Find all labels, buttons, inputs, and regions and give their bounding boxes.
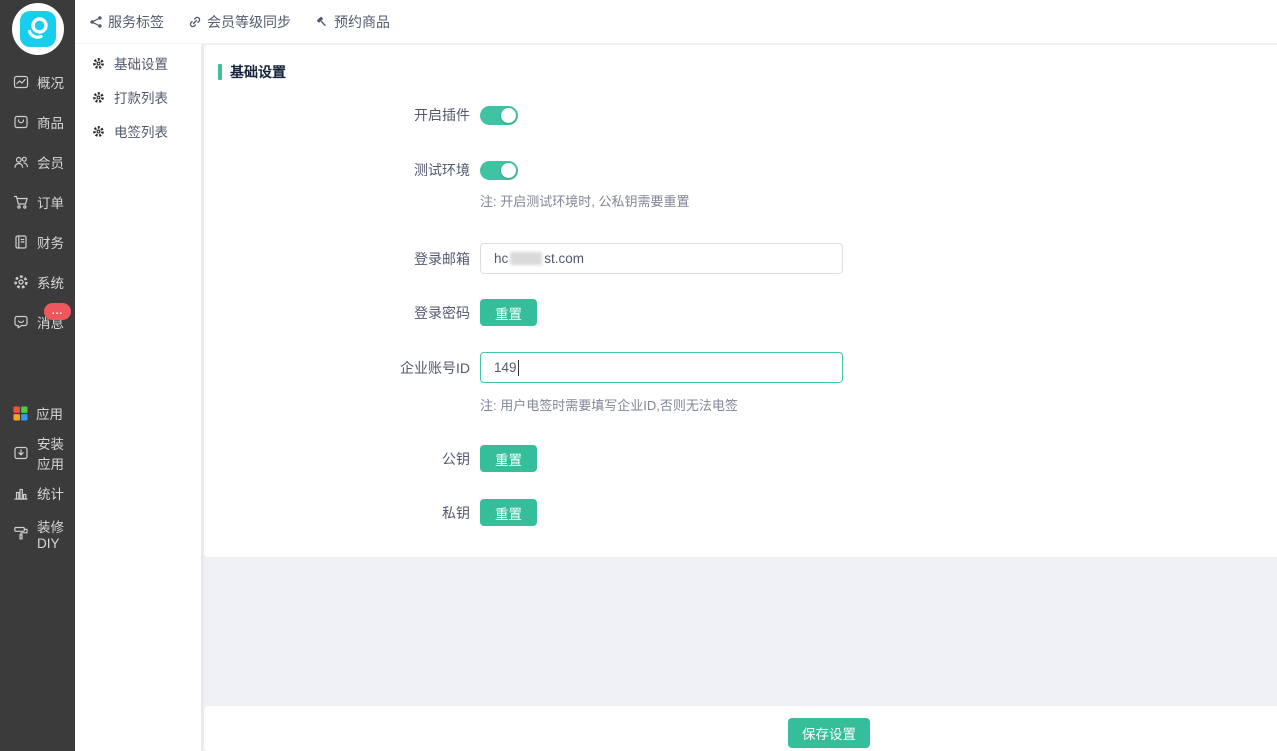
sidebar-item-install-app[interactable]: 安装应用: [0, 433, 75, 473]
sidebar-item-apps[interactable]: 应用: [0, 393, 75, 433]
chat-bubble-icon: [13, 314, 29, 330]
link-icon: [188, 15, 202, 29]
form-row-enterprise-id: 企业账号ID 149: [204, 352, 843, 383]
test-env-label: 测试环境: [204, 160, 470, 180]
test-env-note: 注: 开启测试环境时, 公私钥需要重置: [480, 191, 689, 210]
subnav-item-payment-list[interactable]: 打款列表: [75, 80, 201, 114]
form-row-private-key: 私钥 重置: [204, 499, 537, 526]
form-row-test-env: 测试环境: [204, 160, 518, 180]
paint-roller-icon: [13, 525, 29, 541]
sidebar-item-messages[interactable]: 消息 ...: [0, 302, 75, 342]
sidebar-item-label: 会员: [37, 152, 64, 172]
subnav-item-esign-list[interactable]: 电签列表: [75, 114, 201, 148]
bar-chart-icon: [13, 485, 29, 501]
email-value-prefix: hc: [494, 251, 508, 266]
form-row-plugin: 开启插件: [204, 105, 518, 125]
tab-label: 会员等级同步: [207, 12, 291, 32]
sidebar-item-label: 概况: [37, 72, 64, 92]
settings-panel: 基础设置 开启插件 测试环境 注: 开启测试环境时, 公私钥需要重置 登录邮箱 …: [204, 45, 1277, 557]
sidebar-item-label: 财务: [37, 232, 64, 252]
plugin-label: 开启插件: [204, 105, 470, 125]
enterprise-id-note: 注: 用户电签时需要填写企业ID,否则无法电签: [480, 395, 738, 414]
tab-label: 预约商品: [334, 12, 390, 32]
gear-icon: [13, 274, 29, 290]
private-key-reset-button[interactable]: 重置: [480, 499, 537, 526]
subnav-item-label: 基础设置: [114, 53, 168, 73]
sidebar-item-finance[interactable]: 财务: [0, 222, 75, 262]
enterprise-id-field[interactable]: 149: [480, 352, 843, 383]
sidebar-item-orders[interactable]: 订单: [0, 182, 75, 222]
email-field[interactable]: hc st.com: [480, 243, 843, 274]
apps-icon: [13, 406, 28, 421]
gear-icon: [92, 91, 105, 104]
goods-icon: [13, 114, 29, 130]
save-settings-button[interactable]: 保存设置: [788, 718, 870, 748]
sidebar-item-label: 装修DIY: [37, 516, 75, 551]
email-value-suffix: st.com: [544, 251, 584, 266]
install-app-icon: [13, 445, 29, 461]
public-key-reset-button[interactable]: 重置: [480, 445, 537, 472]
panel-title: 基础设置: [230, 62, 286, 82]
sidebar-item-overview[interactable]: 概况: [0, 62, 75, 102]
logo-icon: [20, 11, 56, 47]
topbar: 服务标签 会员等级同步 预约商品: [75, 0, 1277, 44]
subnav-item-basic-settings[interactable]: 基础设置: [75, 46, 201, 80]
sidebar-item-system[interactable]: 系统: [0, 262, 75, 302]
secondary-nav: 基础设置 打款列表 电签列表: [75, 44, 201, 751]
sidebar-item-goods[interactable]: 商品: [0, 102, 75, 142]
sidebar-item-label: 商品: [37, 112, 64, 132]
tab-label: 服务标签: [108, 12, 164, 32]
form-row-public-key: 公钥 重置: [204, 445, 537, 472]
redacted-text: [510, 252, 542, 265]
enterprise-id-label: 企业账号ID: [204, 358, 470, 378]
main-content: 基础设置 开启插件 测试环境 注: 开启测试环境时, 公私钥需要重置 登录邮箱 …: [201, 44, 1277, 751]
test-env-toggle[interactable]: [480, 161, 518, 180]
tab-service-tags[interactable]: 服务标签: [89, 12, 164, 32]
tab-member-level-sync[interactable]: 会员等级同步: [188, 12, 291, 32]
form-row-email: 登录邮箱 hc st.com: [204, 243, 843, 274]
sidebar-item-label: 订单: [37, 192, 64, 212]
sidebar-group-gap: [0, 342, 75, 393]
cart-icon: [13, 194, 29, 210]
sidebar-nav: 概况 商品 会员: [0, 62, 75, 553]
panel-header: 基础设置: [218, 62, 286, 82]
gear-icon: [92, 125, 105, 138]
finance-icon: [13, 234, 29, 250]
public-key-label: 公钥: [204, 449, 470, 469]
share-icon: [89, 15, 103, 29]
sidebar-item-label: 统计: [37, 483, 64, 503]
members-icon: [13, 154, 29, 170]
text-cursor: [518, 360, 519, 376]
private-key-label: 私钥: [204, 503, 470, 523]
tab-booking-goods[interactable]: 预约商品: [315, 12, 390, 32]
enterprise-id-value: 149: [494, 360, 517, 375]
sidebar-item-label: 系统: [37, 272, 64, 292]
messages-badge: ...: [44, 303, 71, 320]
sidebar-item-label: 应用: [36, 403, 63, 423]
password-reset-button[interactable]: 重置: [480, 299, 537, 326]
plugin-toggle[interactable]: [480, 106, 518, 125]
gear-icon: [92, 57, 105, 70]
sidebar-item-members[interactable]: 会员: [0, 142, 75, 182]
email-label: 登录邮箱: [204, 249, 470, 269]
subnav-item-label: 电签列表: [114, 121, 168, 141]
primary-sidebar: 概况 商品 会员: [0, 0, 75, 751]
sidebar-item-label: 安装应用: [37, 433, 75, 473]
form-row-password: 登录密码 重置: [204, 299, 537, 326]
gavel-icon: [315, 15, 329, 29]
sidebar-item-diy[interactable]: 装修DIY: [0, 513, 75, 553]
accent-bar: [218, 64, 222, 80]
app-logo[interactable]: [12, 3, 64, 55]
password-label: 登录密码: [204, 303, 470, 323]
footer-bar: 保存设置: [204, 706, 1277, 751]
sidebar-item-stats[interactable]: 统计: [0, 473, 75, 513]
subnav-item-label: 打款列表: [114, 87, 168, 107]
overview-icon: [13, 74, 29, 90]
